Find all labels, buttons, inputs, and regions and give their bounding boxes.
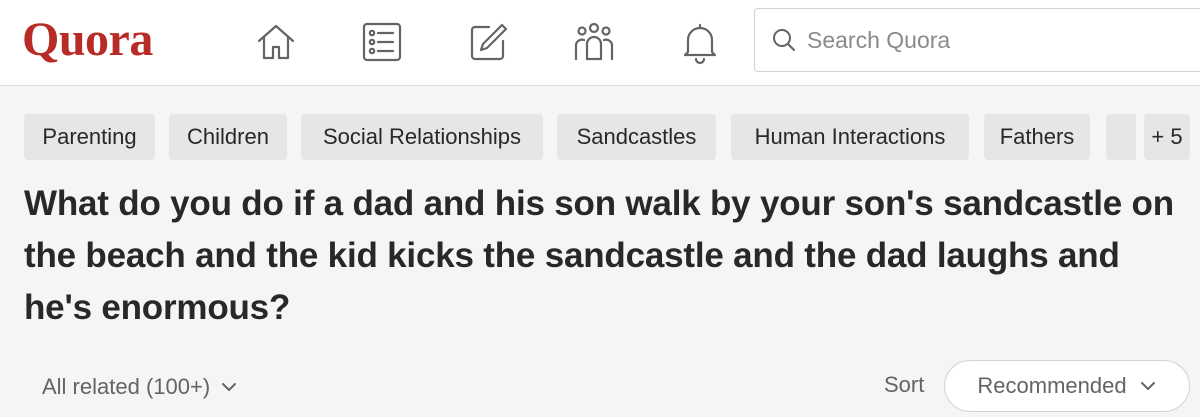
search-input[interactable]	[807, 26, 1187, 54]
topic-chip-sandcastles[interactable]: Sandcastles	[557, 114, 716, 160]
quora-logo[interactable]: Quora	[22, 12, 153, 67]
sort-dropdown[interactable]: Recommended	[944, 360, 1190, 412]
search-box[interactable]	[754, 8, 1200, 72]
spaces-people-icon[interactable]	[570, 18, 618, 66]
topic-chip-human-interactions[interactable]: Human Interactions	[731, 114, 969, 160]
chevron-down-icon	[222, 383, 237, 391]
search-icon	[773, 29, 795, 51]
sort-dropdown-value: Recommended	[977, 373, 1127, 398]
truncated-topic-chip	[1106, 114, 1136, 160]
following-list-icon[interactable]	[358, 18, 406, 66]
topic-chips: Parenting Children Social Relationships …	[24, 114, 1190, 160]
chevron-down-icon	[1140, 382, 1155, 390]
topic-chip-parenting[interactable]: Parenting	[24, 114, 155, 160]
topic-chip-fathers[interactable]: Fathers	[984, 114, 1090, 160]
topic-chip-children[interactable]: Children	[169, 114, 287, 160]
notifications-bell-icon[interactable]	[676, 18, 724, 66]
answer-edit-icon[interactable]	[464, 18, 512, 66]
top-navigation-bar: Quora	[0, 0, 1200, 86]
topic-chip-social-relationships[interactable]: Social Relationships	[301, 114, 543, 160]
more-topics-button[interactable]: + 5	[1144, 114, 1190, 160]
question-title: What do you do if a dad and his son walk…	[24, 184, 1174, 327]
all-related-label: All related (100+)	[42, 374, 211, 399]
sort-label: Sort	[884, 372, 925, 397]
home-icon[interactable]	[252, 18, 300, 66]
all-related-filter[interactable]: All related (100+)	[42, 370, 238, 404]
